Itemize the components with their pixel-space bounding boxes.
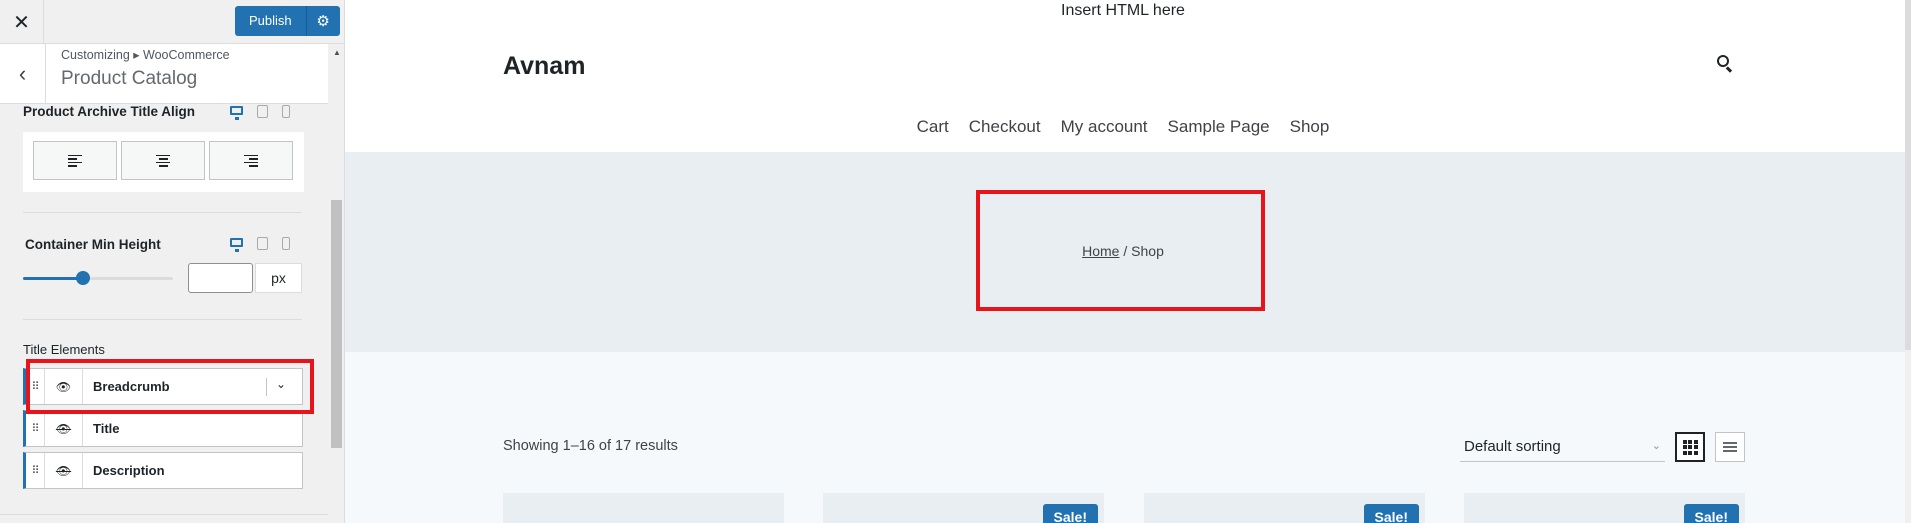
eye-off-icon[interactable]: 👁 xyxy=(45,411,83,446)
publish-settings-button[interactable]: ⚙ xyxy=(305,6,340,36)
sale-badge: Sale! xyxy=(1683,504,1739,523)
product-card[interactable]: Sale! xyxy=(1464,493,1745,523)
section-header: ‹ Customizing ▸ WooCommerce Product Cata… xyxy=(0,44,328,104)
align-left-icon xyxy=(68,154,82,167)
desktop-icon[interactable] xyxy=(230,106,243,120)
align-center-icon xyxy=(156,154,170,167)
back-button[interactable]: ‹ xyxy=(0,44,46,104)
search-icon[interactable] xyxy=(1717,55,1733,73)
top-bar-text: Insert HTML here xyxy=(1061,2,1185,19)
divider xyxy=(0,514,328,515)
align-right-icon xyxy=(244,154,258,167)
drag-handle-icon[interactable]: ⠿ xyxy=(26,369,45,404)
scroll-up-arrow-icon[interactable]: ▲ xyxy=(329,44,344,60)
site-preview: Insert HTML here Avnam Cart Checkout My … xyxy=(345,0,1911,523)
slider-fill xyxy=(23,277,83,280)
customizer-sidebar: ✕ Publish ⚙ ‹ Customizing ▸ WooCommerce … xyxy=(0,0,345,523)
nav-item-my-account[interactable]: My account xyxy=(1061,117,1148,137)
chevron-left-icon: ‹ xyxy=(18,61,27,86)
nav-item-checkout[interactable]: Checkout xyxy=(969,117,1041,137)
align-right-button[interactable] xyxy=(209,141,293,180)
title-element-description[interactable]: ⠿ 👁 Description xyxy=(23,452,303,489)
publish-group: Publish ⚙ xyxy=(235,6,340,36)
product-card[interactable] xyxy=(503,493,784,523)
nav-item-sample-page[interactable]: Sample Page xyxy=(1168,117,1270,137)
element-label: Breadcrumb xyxy=(93,379,170,394)
separator xyxy=(266,378,267,396)
sorting-select[interactable]: Default sorting ⌄ xyxy=(1460,432,1665,462)
close-customizer-button[interactable]: ✕ xyxy=(0,0,44,44)
drag-handle-icon[interactable]: ⠿ xyxy=(26,411,45,446)
title-element-breadcrumb[interactable]: ⠿ 👁 Breadcrumb ⌄ xyxy=(23,368,303,405)
sale-badge: Sale! xyxy=(1363,504,1419,523)
nav-item-cart[interactable]: Cart xyxy=(917,117,949,137)
chevron-down-icon: ⌄ xyxy=(1651,440,1661,452)
chevron-down-icon[interactable]: ⌄ xyxy=(276,377,286,391)
eye-icon[interactable]: 👁 xyxy=(45,369,83,404)
slider-handle[interactable] xyxy=(76,271,90,285)
list-view-button[interactable] xyxy=(1715,432,1745,462)
tablet-icon[interactable] xyxy=(257,237,268,250)
list-icon xyxy=(1723,442,1737,452)
breadcrumb-separator: / xyxy=(1119,243,1132,259)
min-height-label: Container Min Height xyxy=(25,237,161,252)
close-icon: ✕ xyxy=(13,11,30,34)
results-count: Showing 1–16 of 17 results xyxy=(503,438,678,454)
min-height-device-switcher xyxy=(230,237,290,252)
mobile-icon[interactable] xyxy=(282,237,290,250)
drag-handle-icon[interactable]: ⠿ xyxy=(26,453,45,488)
min-height-slider[interactable] xyxy=(23,277,173,280)
unit-selector[interactable]: px xyxy=(255,263,302,293)
primary-nav: Cart Checkout My account Sample Page Sho… xyxy=(345,117,1901,137)
customizer-app: ✕ Publish ⚙ ‹ Customizing ▸ WooCommerce … xyxy=(0,0,1911,523)
breadcrumb-current: Shop xyxy=(1131,243,1164,259)
sidebar-topbar: ✕ Publish ⚙ xyxy=(0,0,344,44)
title-align-label: Product Archive Title Align xyxy=(23,104,196,119)
section-title: Product Catalog xyxy=(61,68,198,89)
tablet-icon[interactable] xyxy=(257,105,268,118)
gear-icon: ⚙ xyxy=(316,13,330,30)
title-elements-label: Title Elements xyxy=(23,342,105,357)
title-element-title[interactable]: ⠿ 👁 Title xyxy=(23,410,303,447)
grid-view-button[interactable] xyxy=(1675,432,1705,462)
min-height-input[interactable] xyxy=(188,263,253,293)
sorting-selected-value: Default sorting xyxy=(1464,438,1561,455)
product-card[interactable]: Sale! xyxy=(823,493,1104,523)
element-label: Title xyxy=(93,421,120,436)
breadcrumb: Home / Shop xyxy=(345,243,1901,259)
title-align-device-switcher xyxy=(230,105,290,120)
customizer-breadcrumb: Customizing ▸ WooCommerce xyxy=(61,48,230,62)
grid-icon xyxy=(1682,439,1698,455)
align-left-button[interactable] xyxy=(33,141,117,180)
site-title[interactable]: Avnam xyxy=(503,52,585,81)
divider xyxy=(23,319,302,320)
mobile-icon[interactable] xyxy=(282,105,290,118)
sale-badge: Sale! xyxy=(1042,504,1098,523)
element-label: Description xyxy=(93,463,165,478)
sidebar-scroll-thumb[interactable] xyxy=(331,200,342,448)
breadcrumb-home-link[interactable]: Home xyxy=(1082,243,1119,259)
preview-scroll-thumb[interactable] xyxy=(1905,0,1911,350)
eye-off-icon[interactable]: 👁 xyxy=(45,453,83,488)
title-align-options xyxy=(23,132,304,192)
divider xyxy=(23,212,302,213)
publish-button[interactable]: Publish xyxy=(235,6,306,36)
product-card[interactable]: Sale! xyxy=(1144,493,1425,523)
nav-item-shop[interactable]: Shop xyxy=(1290,117,1330,137)
align-center-button[interactable] xyxy=(121,141,205,180)
desktop-icon[interactable] xyxy=(230,238,243,252)
